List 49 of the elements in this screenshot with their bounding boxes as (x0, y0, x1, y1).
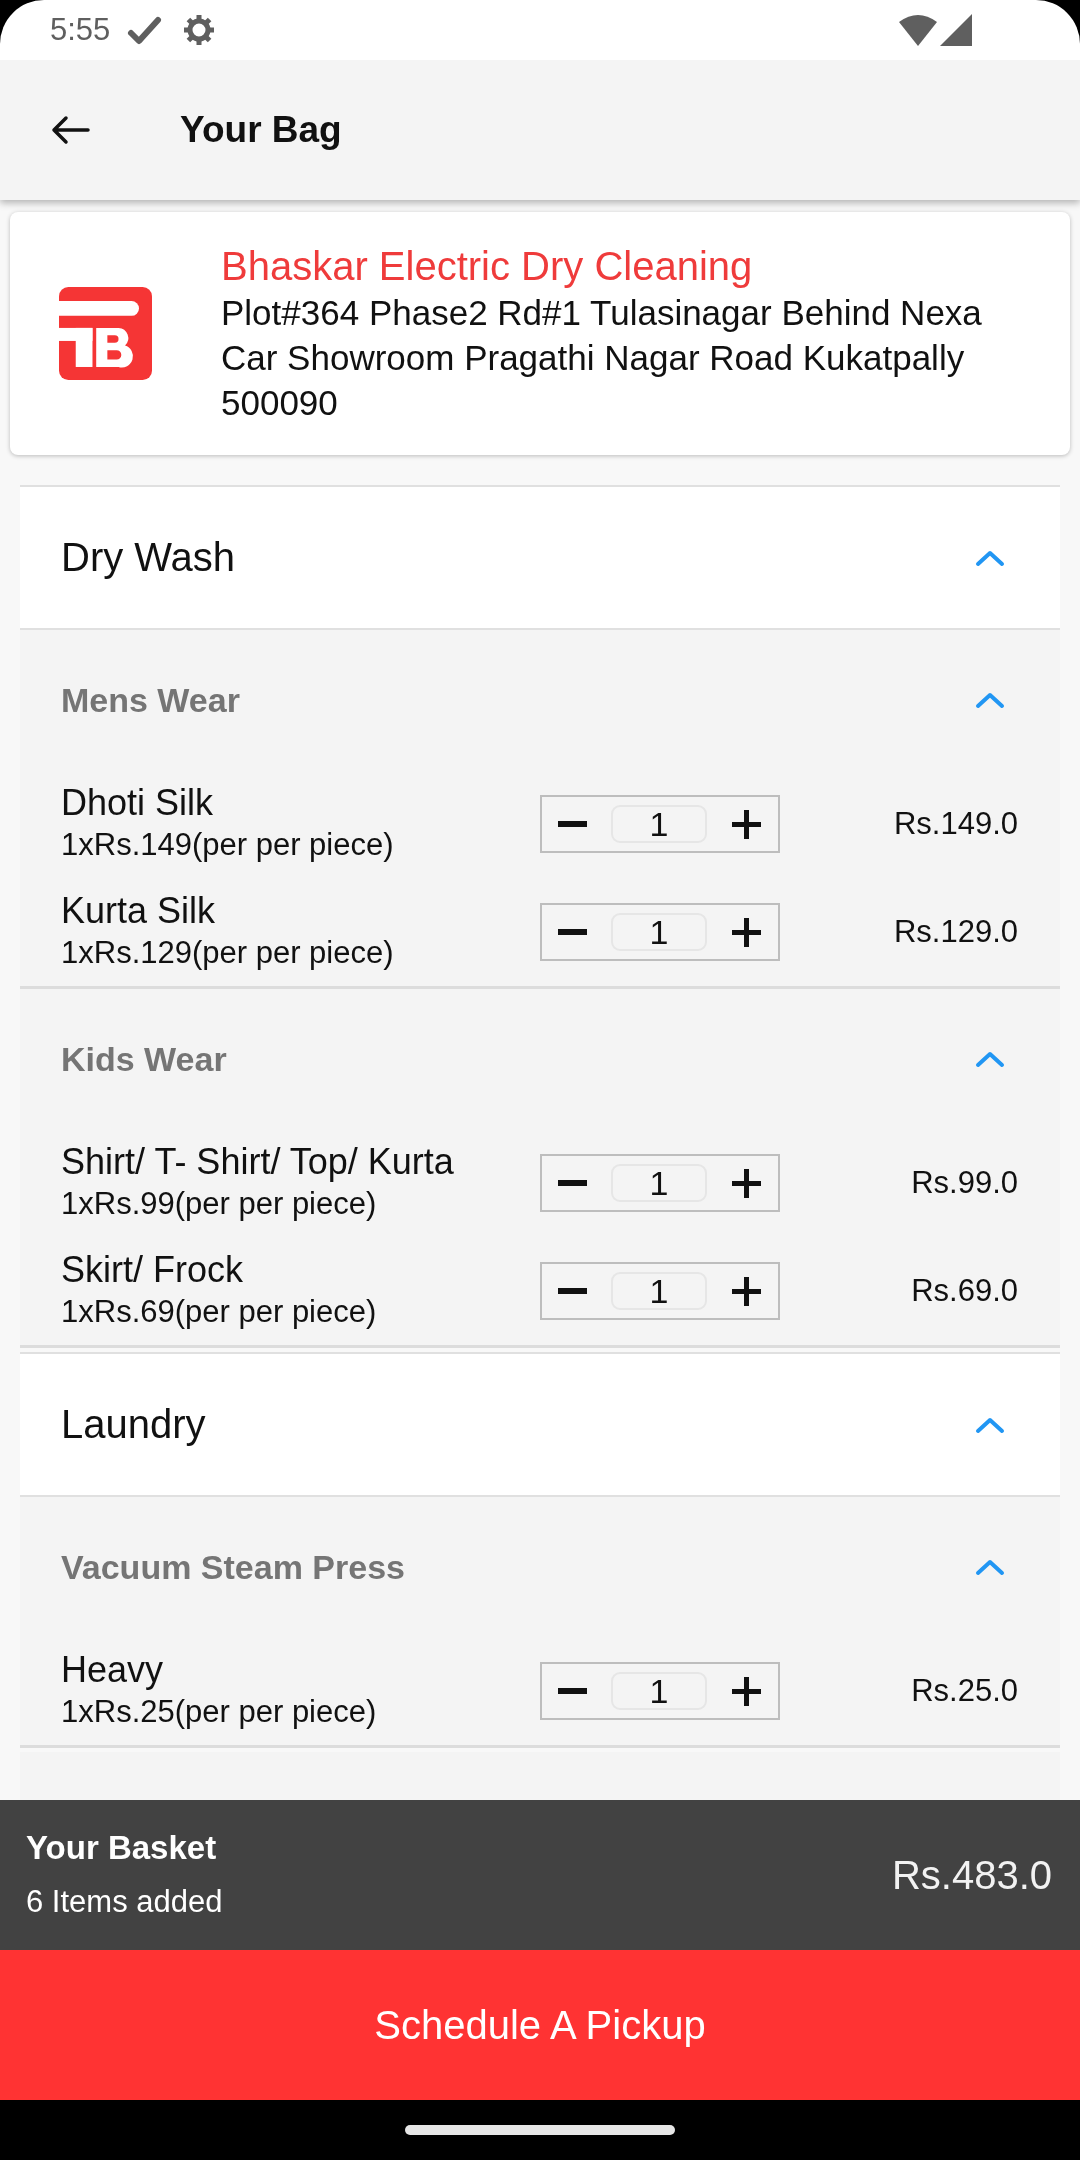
category-name: Vacuum Steam Press (61, 1547, 406, 1587)
service-header[interactable]: Laundry (20, 1354, 1060, 1497)
item-rate: 1xRs.149(per per piece) (61, 826, 395, 864)
shop-address: Plot#364 Phase2 Rd#1 Tulasinagar Behind Nexa Car Showroom Pragathi Nagar Road Kukatpally 500090 (221, 292, 983, 424)
quantity-field[interactable]: 1 (611, 1164, 707, 1202)
chevron-icon[interactable] (975, 1415, 1005, 1434)
quantity-field[interactable]: 1 (611, 805, 707, 843)
logo-icon (59, 287, 152, 380)
plus-icon[interactable] (731, 1675, 762, 1707)
chevron-icon[interactable] (975, 1050, 1005, 1068)
service-header[interactable]: Dry Wash (20, 487, 1060, 630)
plus-icon[interactable] (731, 916, 762, 948)
plus-icon[interactable] (731, 808, 762, 840)
item-name: Kurta Silk (61, 890, 217, 932)
chevron-icon[interactable] (975, 691, 1005, 709)
item-total: Rs.99.0 (910, 1165, 1018, 1201)
category-name: Mens Wear (61, 680, 241, 720)
basket-title: Your Basket (26, 1828, 218, 1868)
item-name: Dhoti Silk (61, 782, 215, 824)
chevron-icon[interactable] (975, 1558, 1005, 1576)
category-name: Kids Wear (61, 1039, 228, 1079)
item-name: Skirt/ Frock (61, 1249, 244, 1291)
quantity-field[interactable]: 1 (611, 1672, 707, 1710)
back-icon[interactable] (50, 115, 90, 145)
quantity-field[interactable]: 1 (611, 1272, 707, 1310)
signal-icon (940, 14, 972, 46)
chevron-icon[interactable] (975, 548, 1005, 567)
wifi-icon (899, 14, 937, 46)
item-name: Shirt/ T- Shirt/ Top/ Kurta (61, 1141, 455, 1183)
item-rate: 1xRs.99(per per piece) (61, 1185, 378, 1223)
shop-name: Bhaskar Electric Dry Cleaning (221, 243, 754, 290)
item-rate: 1xRs.25(per per piece) (61, 1693, 378, 1731)
gear-icon (183, 14, 216, 46)
item-total: Rs.25.0 (910, 1673, 1018, 1709)
plus-icon[interactable] (731, 1275, 762, 1307)
pickup-button[interactable]: Schedule A Pickup (0, 1950, 1080, 2100)
basket-count: 6 Items added (26, 1883, 224, 1921)
plus-icon[interactable] (731, 1167, 762, 1199)
check-icon (126, 14, 164, 46)
item-name: Heavy (61, 1649, 165, 1691)
item-total: Rs.129.0 (892, 914, 1018, 950)
item-rate: 1xRs.69(per per piece) (61, 1293, 378, 1331)
basket-total: Rs.483.0 (891, 1852, 1052, 1898)
item-total: Rs.149.0 (892, 806, 1018, 842)
status-time: 5:55 (50, 12, 111, 48)
page-title: Your Bag (180, 109, 342, 151)
item-rate: 1xRs.129(per per piece) (61, 934, 395, 972)
quantity-field[interactable]: 1 (611, 913, 707, 951)
item-total: Rs.69.0 (910, 1273, 1018, 1309)
